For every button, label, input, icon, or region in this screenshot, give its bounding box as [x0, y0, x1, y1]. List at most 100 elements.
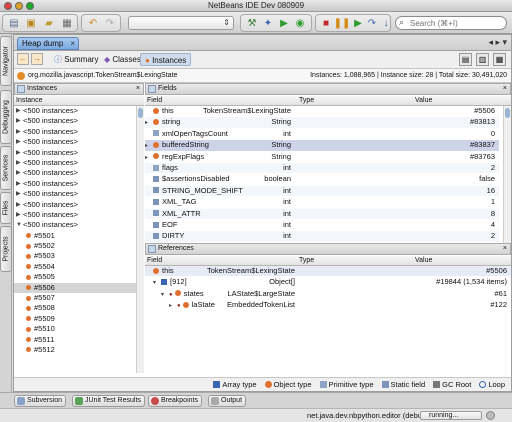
scroll-thumb[interactable] [138, 108, 143, 118]
instances-scrollbar[interactable] [136, 106, 144, 373]
instance-group-row[interactable]: ▶ <500 instances> [14, 158, 136, 168]
fields-table[interactable]: this TokenStream$LexingState #5506 ▸ string S… [145, 106, 503, 243]
build-icon[interactable]: ⚒ [244, 15, 260, 31]
field-row[interactable]: ▸ regExpFlags String #83763 [145, 152, 499, 162]
field-row[interactable]: EOF int 4 [145, 220, 499, 230]
tab-heap-dump[interactable]: Heap dump × [17, 37, 79, 50]
instance-row[interactable]: #5507 [14, 293, 136, 303]
field-row[interactable]: flags int 2 [145, 163, 499, 174]
chevron-down-icon[interactable]: ▼ [16, 220, 22, 230]
tab-summary[interactable]: ⓘ Summary [50, 53, 102, 66]
instance-group-row[interactable]: ▶ <500 instances> [14, 200, 136, 210]
chevron-right-icon[interactable]: ▶ [16, 168, 21, 178]
new-file-icon[interactable]: ▤ [6, 15, 22, 31]
type-column-header[interactable]: Type [297, 256, 314, 266]
back-icon[interactable]: ← [17, 53, 29, 65]
reference-row[interactable]: ▾ [912] Object[] #19844 (1,534 items) [145, 277, 511, 287]
close-icon[interactable]: × [136, 84, 140, 94]
chevron-right-icon[interactable]: ▶ [16, 127, 21, 137]
show-fields-icon[interactable]: ▥ [476, 53, 489, 66]
field-row[interactable]: XML_TAG int 1 [145, 197, 499, 207]
instance-group-row[interactable]: ▼ <500 instances> [14, 220, 136, 230]
value-column-header[interactable]: Value [413, 96, 432, 106]
field-column-header[interactable]: Field [145, 256, 162, 266]
chevron-right-icon[interactable]: ▶ [16, 137, 21, 147]
document-list-icon[interactable]: ◂ ▸ ▾ [488, 37, 507, 48]
zoom-window-button[interactable] [26, 2, 34, 10]
pause-icon[interactable]: ❚❚ [334, 15, 351, 31]
run-icon[interactable]: ▶ [276, 15, 292, 31]
field-column-header[interactable]: Field [145, 96, 162, 106]
expand-icon[interactable]: ▸ [145, 153, 153, 163]
field-row[interactable]: ▸ bufferedString String #83837 [145, 140, 499, 151]
step-into-icon[interactable]: ↓ [378, 15, 394, 31]
cancel-task-icon[interactable] [486, 411, 495, 420]
field-row[interactable]: ▸ string String #83813 [145, 117, 499, 128]
forward-icon[interactable]: → [31, 53, 43, 65]
field-row[interactable]: XML_ATTR int 8 [145, 208, 499, 219]
instance-row[interactable]: #5511 [14, 335, 136, 345]
tab-instances[interactable]: ● Instances [140, 53, 192, 66]
new-project-icon[interactable]: ▣ [23, 15, 39, 31]
tab-classes[interactable]: ◆ Classes [100, 53, 145, 66]
tab-output[interactable]: Output [208, 395, 247, 407]
instance-group-row[interactable]: ▶ <500 instances> [14, 189, 136, 199]
chevron-right-icon[interactable]: ▶ [16, 189, 21, 199]
instance-group-row[interactable]: ▶ <500 instances> [14, 179, 136, 189]
tab-files[interactable]: Files [0, 192, 12, 224]
search-box[interactable]: ⌕ [395, 16, 507, 30]
tab-subversion[interactable]: Subversion [14, 395, 67, 407]
open-project-icon[interactable]: ▰ [41, 15, 57, 31]
tab-services[interactable]: Services [0, 146, 12, 190]
instance-row[interactable]: #5509 [14, 314, 136, 324]
chevron-right-icon[interactable]: ▶ [16, 200, 21, 210]
close-window-button[interactable] [4, 2, 12, 10]
instance-group-row[interactable]: ▶ <500 instances> [14, 116, 136, 126]
chevron-right-icon[interactable]: ▶ [16, 116, 21, 126]
configuration-dropdown[interactable]: ⇕ [128, 16, 234, 30]
instance-group-row[interactable]: ▶ <500 instances> [14, 127, 136, 137]
reference-row[interactable]: this TokenStream$LexingState #5506 [145, 266, 511, 277]
scroll-thumb[interactable] [505, 108, 510, 118]
chevron-right-icon[interactable]: ▶ [16, 106, 21, 116]
minimize-window-button[interactable] [15, 2, 23, 10]
instances-list[interactable]: ▶ <500 instances> ▶ <500 instances> ▶ <500 in… [14, 106, 136, 373]
progress-indicator[interactable]: running... [420, 411, 482, 420]
reference-row[interactable]: ▸ ● laState EmbeddedTokenList #122 [145, 300, 511, 310]
expand-icon[interactable]: ▾ [153, 278, 161, 288]
debug-icon[interactable]: ◉ [292, 15, 308, 31]
instance-group-row[interactable]: ▶ <500 instances> [14, 106, 136, 116]
redo-icon[interactable]: ↷ [102, 15, 118, 31]
references-table[interactable]: this TokenStream$LexingState #5506 ▾ [912] Ob… [145, 266, 511, 376]
instance-row[interactable]: #5503 [14, 251, 136, 261]
instance-row[interactable]: #5510 [14, 324, 136, 334]
reference-row[interactable]: ▾ ● states LAState$LargeState #61 [145, 289, 511, 299]
fields-scrollbar[interactable] [503, 106, 511, 243]
stop-icon[interactable]: ■ [318, 15, 334, 31]
instance-row[interactable]: #5508 [14, 303, 136, 313]
instance-group-row[interactable]: ▶ <500 instances> [14, 137, 136, 147]
expand-icon[interactable]: ▸ [169, 301, 177, 311]
clean-build-icon[interactable]: ✦ [260, 15, 276, 31]
instance-row[interactable]: #5501 [14, 231, 136, 241]
close-icon[interactable]: × [503, 244, 507, 254]
field-row[interactable]: this TokenStream$LexingState #5506 [145, 106, 499, 116]
tab-navigator[interactable]: Navigator [0, 36, 12, 86]
instance-group-row[interactable]: ▶ <500 instances> [14, 168, 136, 178]
instance-group-row[interactable]: ▶ <500 instances> [14, 210, 136, 220]
search-input[interactable] [410, 18, 504, 28]
tab-junit-test-results[interactable]: JUnit Test Results [72, 395, 145, 407]
type-column-header[interactable]: Type [297, 96, 314, 106]
instance-row[interactable]: #5506 [14, 282, 136, 294]
field-row[interactable]: DIRTY int 2 [145, 231, 499, 242]
close-icon[interactable]: × [70, 38, 75, 49]
expand-icon[interactable]: ▸ [145, 141, 153, 151]
instance-group-row[interactable]: ▶ <500 instances> [14, 148, 136, 158]
show-references-icon[interactable]: ▦ [493, 53, 506, 66]
undo-icon[interactable]: ↶ [85, 15, 101, 31]
instance-row[interactable]: #5512 [14, 345, 136, 355]
tab-debugging[interactable]: Debugging [0, 90, 12, 144]
instance-row[interactable]: #5502 [14, 241, 136, 251]
instance-row[interactable]: #5504 [14, 262, 136, 272]
instance-column-header[interactable]: Instance [14, 96, 144, 106]
